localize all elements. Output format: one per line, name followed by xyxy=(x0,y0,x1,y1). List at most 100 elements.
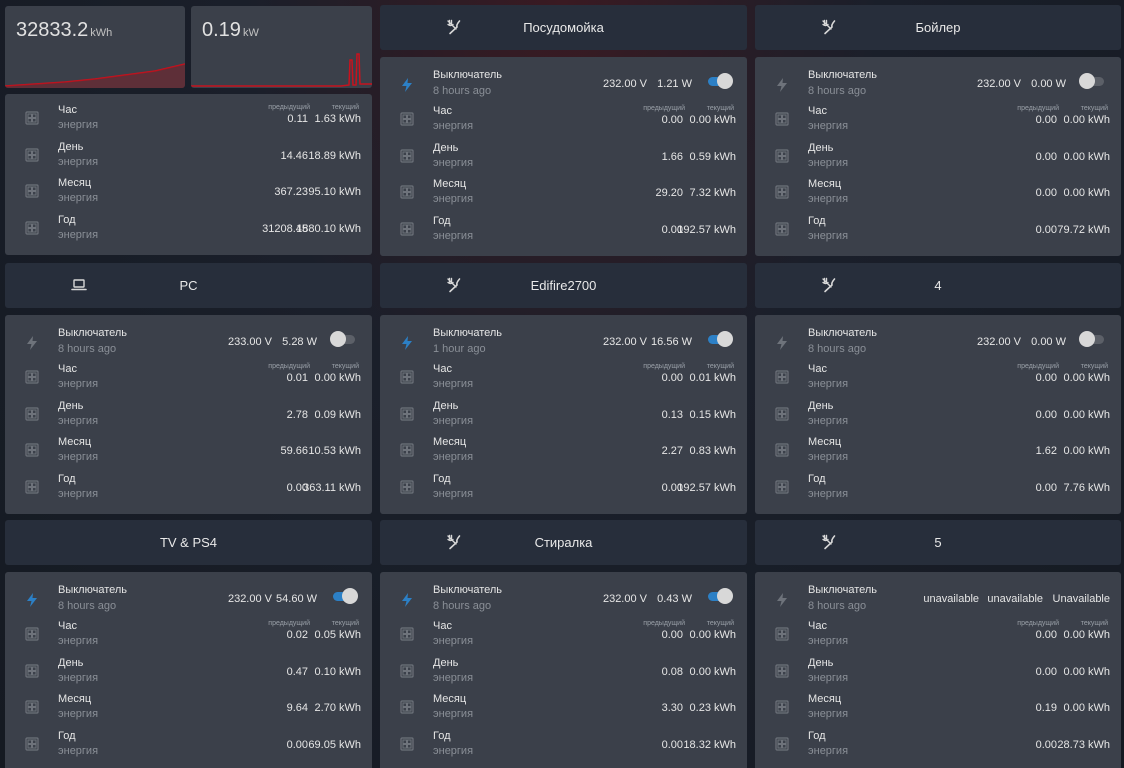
power-current-card[interactable]: 0.19 kW xyxy=(191,6,372,88)
energy-previous-value: 0.00 xyxy=(1035,223,1057,236)
energy-row-sublabel: энергия xyxy=(433,708,474,720)
energy-row[interactable]: Месяц энергия 9.64 2.70 kWh xyxy=(5,689,372,725)
energy-row-sublabel: энергия xyxy=(58,378,99,390)
device-header[interactable]: Посудомойка xyxy=(380,5,747,50)
energy-row[interactable]: Год энергия 0.00 363.11 kWh xyxy=(5,469,372,505)
energy-row[interactable]: Час энергия 0.00 0.01 kWh xyxy=(380,359,747,395)
energy-row[interactable]: Час энергия 0.11 1.63 kWh xyxy=(5,100,372,136)
energy-previous-value: 0.13 xyxy=(661,408,683,421)
device-header[interactable]: TV & PS4 xyxy=(5,520,372,565)
energy-row[interactable]: Месяц энергия 2.27 0.83 kWh xyxy=(380,432,747,468)
energy-row[interactable]: День энергия 0.47 0.10 kWh xyxy=(5,653,372,689)
energy-row[interactable]: Год энергия 0.00 18.32 kWh xyxy=(380,726,747,762)
energy-row-label: Месяц xyxy=(58,693,92,705)
energy-current-value: 0.00 kWh xyxy=(314,372,361,384)
switch-row[interactable]: Выключатель 8 hours ago 232.00 V 0.00 W xyxy=(755,315,1121,360)
energy-meter-icon xyxy=(400,369,414,385)
energy-current-value: 0.00 kWh xyxy=(1063,372,1110,384)
switch-voltage: 232.00 V xyxy=(602,593,647,605)
device-header[interactable]: Стиралка xyxy=(380,520,747,565)
energy-row[interactable]: День энергия 0.00 0.00 kWh xyxy=(755,653,1121,689)
energy-row[interactable]: Месяц энергия 59.66 10.53 kWh xyxy=(5,432,372,468)
energy-row[interactable]: Год энергия 0.00 28.73 kWh xyxy=(755,726,1121,762)
switch-last-changed: 8 hours ago xyxy=(433,600,492,612)
energy-current-value: 18.89 kWh xyxy=(308,149,361,162)
energy-row[interactable]: Год энергия 0.00 192.57 kWh xyxy=(380,469,747,505)
switch-toggle[interactable] xyxy=(1079,331,1104,347)
device-header[interactable]: Edifire2700 xyxy=(380,263,747,308)
energy-row-label: Год xyxy=(808,214,826,227)
device-header[interactable]: 4 xyxy=(755,263,1121,308)
energy-row[interactable]: Месяц энергия 0.19 0.00 kWh xyxy=(755,689,1121,725)
energy-row-label: Месяц xyxy=(808,693,842,705)
energy-row-label: Месяц xyxy=(58,177,92,189)
energy-row[interactable]: Год энергия 0.00 69.05 kWh xyxy=(5,726,372,762)
energy-row[interactable]: Час энергия 0.00 0.00 kWh xyxy=(380,101,747,137)
energy-row[interactable]: День энергия 14.46 18.89 kWh xyxy=(5,137,372,173)
energy-row[interactable]: Месяц энергия 3.30 0.23 kWh xyxy=(380,689,747,725)
energy-row[interactable]: День энергия 0.08 0.00 kWh xyxy=(380,653,747,689)
device-card: Выключатель 8 hours ago 232.00 V 0.00 Wпред… xyxy=(755,57,1121,256)
energy-row[interactable]: Год энергия 0.00 192.57 kWh xyxy=(380,211,747,247)
switch-row[interactable]: Выключатель 8 hours ago unavailable unavail… xyxy=(755,572,1121,617)
switch-row[interactable]: Выключатель 8 hours ago 233.00 V 5.28 W xyxy=(5,315,372,360)
energy-row-sublabel: энергия xyxy=(58,228,99,241)
energy-previous-value: 29.20 xyxy=(655,187,683,199)
switch-toggle[interactable] xyxy=(333,588,358,604)
energy-row-label: Час xyxy=(433,363,452,375)
switch-toggle[interactable] xyxy=(708,73,733,89)
energy-row[interactable]: Час энергия 0.00 0.00 kWh xyxy=(755,101,1121,137)
switch-row[interactable]: Выключатель 8 hours ago 232.00 V 0.00 W xyxy=(755,57,1121,102)
energy-previous-value: 0.47 xyxy=(286,665,308,678)
energy-row[interactable]: Месяц энергия 367.23 95.10 kWh xyxy=(5,173,372,209)
energy-row[interactable]: Час энергия 0.01 0.00 kWh xyxy=(5,359,372,395)
device-header[interactable]: PC xyxy=(5,263,372,308)
switch-last-changed: 1 hour ago xyxy=(433,343,486,355)
switch-toggle[interactable] xyxy=(708,331,733,347)
energy-row[interactable]: Месяц энергия 0.00 0.00 kWh xyxy=(755,174,1121,210)
energy-row-label: Месяц xyxy=(808,436,842,448)
energy-row-sublabel: энергия xyxy=(808,414,849,427)
switch-toggle[interactable] xyxy=(330,331,355,347)
energy-row[interactable]: Час энергия 0.00 0.00 kWh xyxy=(755,359,1121,395)
energy-row[interactable]: Месяц энергия 1.62 0.00 kWh xyxy=(755,432,1121,468)
switch-voltage: 232.00 V xyxy=(976,336,1021,348)
energy-current-value: 0.01 kWh xyxy=(689,372,736,384)
toggle-knob xyxy=(717,73,733,89)
energy-previous-value: 0.00 xyxy=(1035,629,1057,641)
energy-meter-icon xyxy=(25,406,39,422)
energy-row[interactable]: Месяц энергия 29.20 7.32 kWh xyxy=(380,174,747,210)
energy-row-sublabel: энергия xyxy=(433,744,474,757)
energy-row[interactable]: Час энергия 0.02 0.05 kWh xyxy=(5,616,372,652)
energy-row[interactable]: День энергия 0.13 0.15 kWh xyxy=(380,396,747,432)
energy-row[interactable]: Час энергия 0.00 0.00 kWh xyxy=(755,616,1121,652)
device-title: PC xyxy=(179,278,198,293)
energy-meter-icon xyxy=(25,663,39,679)
energy-row[interactable]: Год энергия 0.00 79.72 kWh xyxy=(755,211,1121,247)
energy-total-card[interactable]: 32833.2 kWh xyxy=(5,6,185,88)
energy-row[interactable]: Год энергия 0.00 7.76 kWh xyxy=(755,469,1121,505)
switch-label: Выключатель xyxy=(433,584,503,596)
toggle-knob xyxy=(342,588,358,604)
device-header[interactable]: 5 xyxy=(755,520,1121,565)
switch-row[interactable]: Выключатель 1 hour ago 232.00 V 16.56 W xyxy=(380,315,747,360)
switch-row[interactable]: Выключатель 8 hours ago 232.00 V 0.43 W xyxy=(380,572,747,617)
switch-state[interactable]: Unavailable xyxy=(1053,593,1110,605)
switch-toggle[interactable] xyxy=(708,588,733,604)
switch-toggle[interactable] xyxy=(1079,73,1104,89)
energy-row[interactable]: День энергия 0.00 0.00 kWh xyxy=(755,138,1121,174)
energy-row[interactable]: Час энергия 0.00 0.00 kWh xyxy=(380,616,747,652)
energy-meter-icon xyxy=(775,442,789,458)
energy-current-value: 0.00 kWh xyxy=(1063,408,1110,421)
energy-row[interactable]: День энергия 2.78 0.09 kWh xyxy=(5,396,372,432)
energy-meter-icon xyxy=(400,479,414,495)
switch-row[interactable]: Выключатель 8 hours ago 232.00 V 1.21 W xyxy=(380,57,747,102)
switch-row[interactable]: Выключатель 8 hours ago 232.00 V 54.60 W xyxy=(5,572,372,617)
energy-current-value: 0.00 kWh xyxy=(1063,187,1110,199)
device-header[interactable]: Бойлер xyxy=(755,5,1121,50)
energy-row-label: Месяц xyxy=(808,178,842,190)
energy-row[interactable]: Год энергия 31208.45 1880.10 kWh xyxy=(5,210,372,246)
switch-label: Выключатель xyxy=(58,327,128,339)
energy-row[interactable]: День энергия 1.66 0.59 kWh xyxy=(380,138,747,174)
energy-row[interactable]: День энергия 0.00 0.00 kWh xyxy=(755,396,1121,432)
